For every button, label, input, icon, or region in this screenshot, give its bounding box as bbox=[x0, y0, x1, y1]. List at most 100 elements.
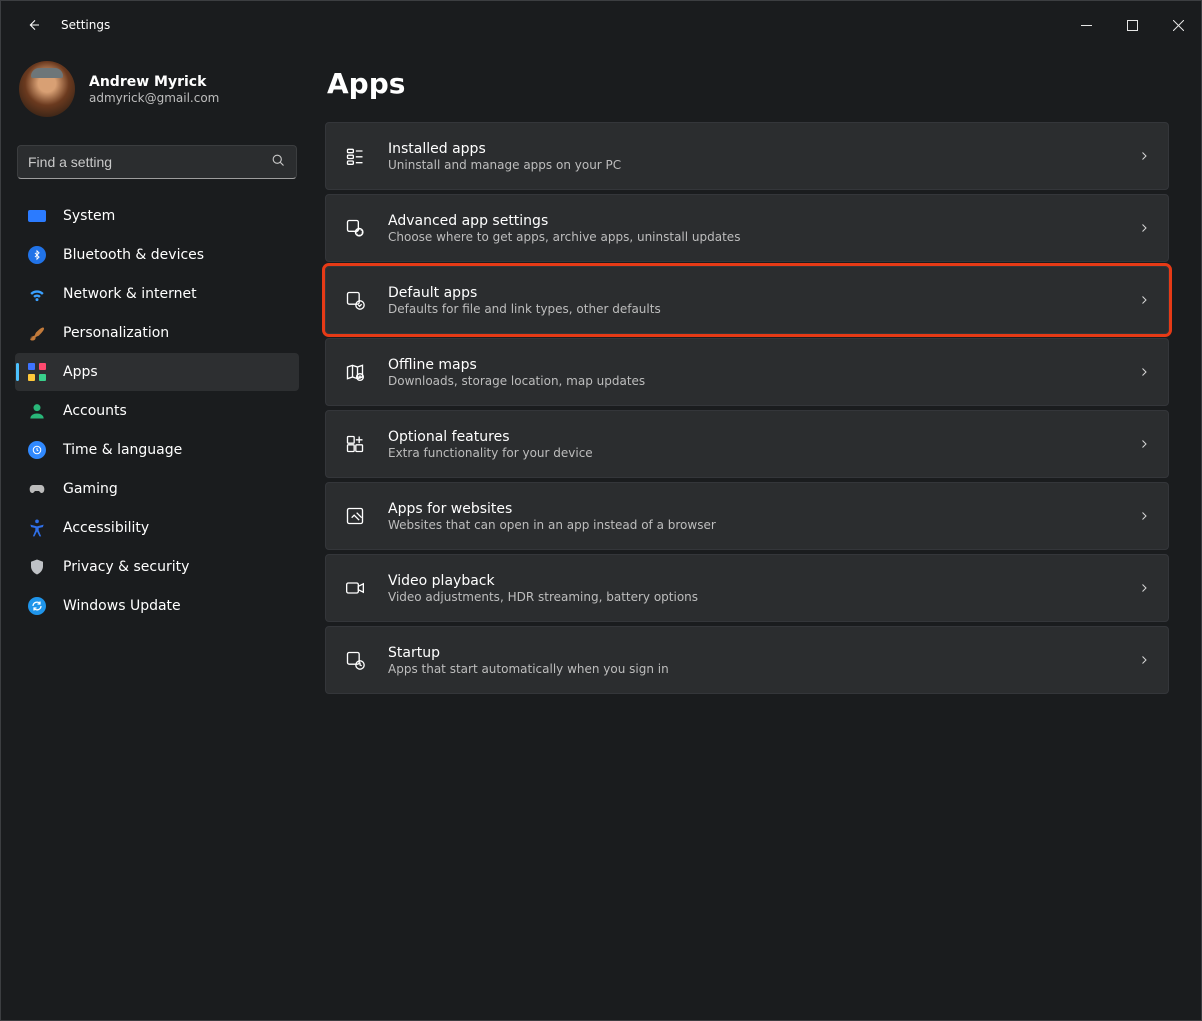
card-subtitle: Defaults for file and link types, other … bbox=[388, 302, 1116, 316]
sidebar-item-label: Accounts bbox=[63, 403, 299, 419]
close-icon bbox=[1173, 20, 1184, 31]
nav: System Bluetooth & devices Network & int… bbox=[15, 197, 299, 625]
clock-icon bbox=[27, 440, 47, 460]
sidebar-item-label: Privacy & security bbox=[63, 559, 299, 575]
sidebar-item-accessibility[interactable]: Accessibility bbox=[15, 509, 299, 547]
sidebar-item-bluetooth[interactable]: Bluetooth & devices bbox=[15, 236, 299, 274]
card-subtitle: Video adjustments, HDR streaming, batter… bbox=[388, 590, 1116, 604]
optional-features-icon bbox=[344, 433, 366, 455]
search-icon bbox=[271, 153, 286, 172]
sidebar-item-label: Windows Update bbox=[63, 598, 299, 614]
websites-icon bbox=[344, 505, 366, 527]
card-optional-features[interactable]: Optional features Extra functionality fo… bbox=[325, 410, 1169, 478]
card-startup[interactable]: Startup Apps that start automatically wh… bbox=[325, 626, 1169, 694]
maximize-icon bbox=[1127, 20, 1138, 31]
minimize-button[interactable] bbox=[1063, 5, 1109, 45]
search-input[interactable] bbox=[28, 154, 271, 170]
sidebar-item-apps[interactable]: Apps bbox=[15, 353, 299, 391]
update-icon bbox=[27, 596, 47, 616]
card-apps-for-websites[interactable]: Apps for websites Websites that can open… bbox=[325, 482, 1169, 550]
card-title: Apps for websites bbox=[388, 501, 1116, 517]
settings-card-list: Installed apps Uninstall and manage apps… bbox=[325, 122, 1169, 694]
sidebar-item-label: Accessibility bbox=[63, 520, 299, 536]
sidebar-item-label: Time & language bbox=[63, 442, 299, 458]
apps-icon bbox=[27, 362, 47, 382]
card-title: Default apps bbox=[388, 285, 1116, 301]
profile-text: Andrew Myrick admyrick@gmail.com bbox=[89, 74, 219, 105]
close-button[interactable] bbox=[1155, 5, 1201, 45]
sidebar-item-label: Network & internet bbox=[63, 286, 299, 302]
profile-block[interactable]: Andrew Myrick admyrick@gmail.com bbox=[15, 57, 299, 127]
sidebar: Andrew Myrick admyrick@gmail.com System … bbox=[1, 49, 307, 1021]
user-icon bbox=[27, 401, 47, 421]
card-text: Video playback Video adjustments, HDR st… bbox=[388, 573, 1116, 604]
sidebar-item-update[interactable]: Windows Update bbox=[15, 587, 299, 625]
maps-icon bbox=[344, 361, 366, 383]
card-subtitle: Downloads, storage location, map updates bbox=[388, 374, 1116, 388]
sidebar-item-system[interactable]: System bbox=[15, 197, 299, 235]
startup-icon bbox=[344, 649, 366, 671]
chevron-right-icon bbox=[1138, 291, 1150, 310]
card-video-playback[interactable]: Video playback Video adjustments, HDR st… bbox=[325, 554, 1169, 622]
card-title: Advanced app settings bbox=[388, 213, 1116, 229]
minimize-icon bbox=[1081, 20, 1092, 31]
sidebar-item-accounts[interactable]: Accounts bbox=[15, 392, 299, 430]
card-text: Optional features Extra functionality fo… bbox=[388, 429, 1116, 460]
maximize-button[interactable] bbox=[1109, 5, 1155, 45]
bluetooth-icon bbox=[27, 245, 47, 265]
card-subtitle: Apps that start automatically when you s… bbox=[388, 662, 1116, 676]
card-text: Offline maps Downloads, storage location… bbox=[388, 357, 1116, 388]
page-title: Apps bbox=[327, 67, 1169, 100]
window-title: Settings bbox=[61, 18, 110, 32]
profile-email: admyrick@gmail.com bbox=[89, 91, 219, 105]
card-subtitle: Choose where to get apps, archive apps, … bbox=[388, 230, 1116, 244]
chevron-right-icon bbox=[1138, 363, 1150, 382]
back-button[interactable] bbox=[19, 11, 47, 39]
wifi-icon bbox=[27, 284, 47, 304]
card-offline-maps[interactable]: Offline maps Downloads, storage location… bbox=[325, 338, 1169, 406]
card-text: Advanced app settings Choose where to ge… bbox=[388, 213, 1116, 244]
chevron-right-icon bbox=[1138, 579, 1150, 598]
card-text: Apps for websites Websites that can open… bbox=[388, 501, 1116, 532]
sidebar-item-gaming[interactable]: Gaming bbox=[15, 470, 299, 508]
installed-apps-icon bbox=[344, 145, 366, 167]
sidebar-item-network[interactable]: Network & internet bbox=[15, 275, 299, 313]
paintbrush-icon bbox=[27, 323, 47, 343]
advanced-settings-icon bbox=[344, 217, 366, 239]
chevron-right-icon bbox=[1138, 219, 1150, 238]
card-title: Optional features bbox=[388, 429, 1116, 445]
card-installed-apps[interactable]: Installed apps Uninstall and manage apps… bbox=[325, 122, 1169, 190]
titlebar-left: Settings bbox=[9, 11, 110, 39]
card-title: Installed apps bbox=[388, 141, 1116, 157]
sidebar-item-time[interactable]: Time & language bbox=[15, 431, 299, 469]
card-text: Default apps Defaults for file and link … bbox=[388, 285, 1116, 316]
sidebar-item-label: Apps bbox=[63, 364, 299, 380]
chevron-right-icon bbox=[1138, 147, 1150, 166]
card-subtitle: Websites that can open in an app instead… bbox=[388, 518, 1116, 532]
accessibility-icon bbox=[27, 518, 47, 538]
card-text: Installed apps Uninstall and manage apps… bbox=[388, 141, 1116, 172]
sidebar-item-label: Bluetooth & devices bbox=[63, 247, 299, 263]
card-advanced-app-settings[interactable]: Advanced app settings Choose where to ge… bbox=[325, 194, 1169, 262]
sidebar-item-label: Gaming bbox=[63, 481, 299, 497]
video-icon bbox=[344, 577, 366, 599]
card-text: Startup Apps that start automatically wh… bbox=[388, 645, 1116, 676]
sidebar-item-privacy[interactable]: Privacy & security bbox=[15, 548, 299, 586]
card-title: Startup bbox=[388, 645, 1116, 661]
sidebar-item-label: Personalization bbox=[63, 325, 299, 341]
card-default-apps[interactable]: Default apps Defaults for file and link … bbox=[325, 266, 1169, 334]
chevron-right-icon bbox=[1138, 651, 1150, 670]
card-subtitle: Extra functionality for your device bbox=[388, 446, 1116, 460]
system-icon bbox=[27, 206, 47, 226]
chevron-right-icon bbox=[1138, 435, 1150, 454]
card-title: Offline maps bbox=[388, 357, 1116, 373]
sidebar-item-personalization[interactable]: Personalization bbox=[15, 314, 299, 352]
chevron-right-icon bbox=[1138, 507, 1150, 526]
sidebar-item-label: System bbox=[63, 208, 299, 224]
profile-name: Andrew Myrick bbox=[89, 74, 219, 90]
shield-icon bbox=[27, 557, 47, 577]
gamepad-icon bbox=[27, 479, 47, 499]
search-box[interactable] bbox=[17, 145, 297, 179]
back-arrow-icon bbox=[25, 17, 41, 33]
main-content: Apps Installed apps Uninstall and manage… bbox=[307, 49, 1201, 1021]
